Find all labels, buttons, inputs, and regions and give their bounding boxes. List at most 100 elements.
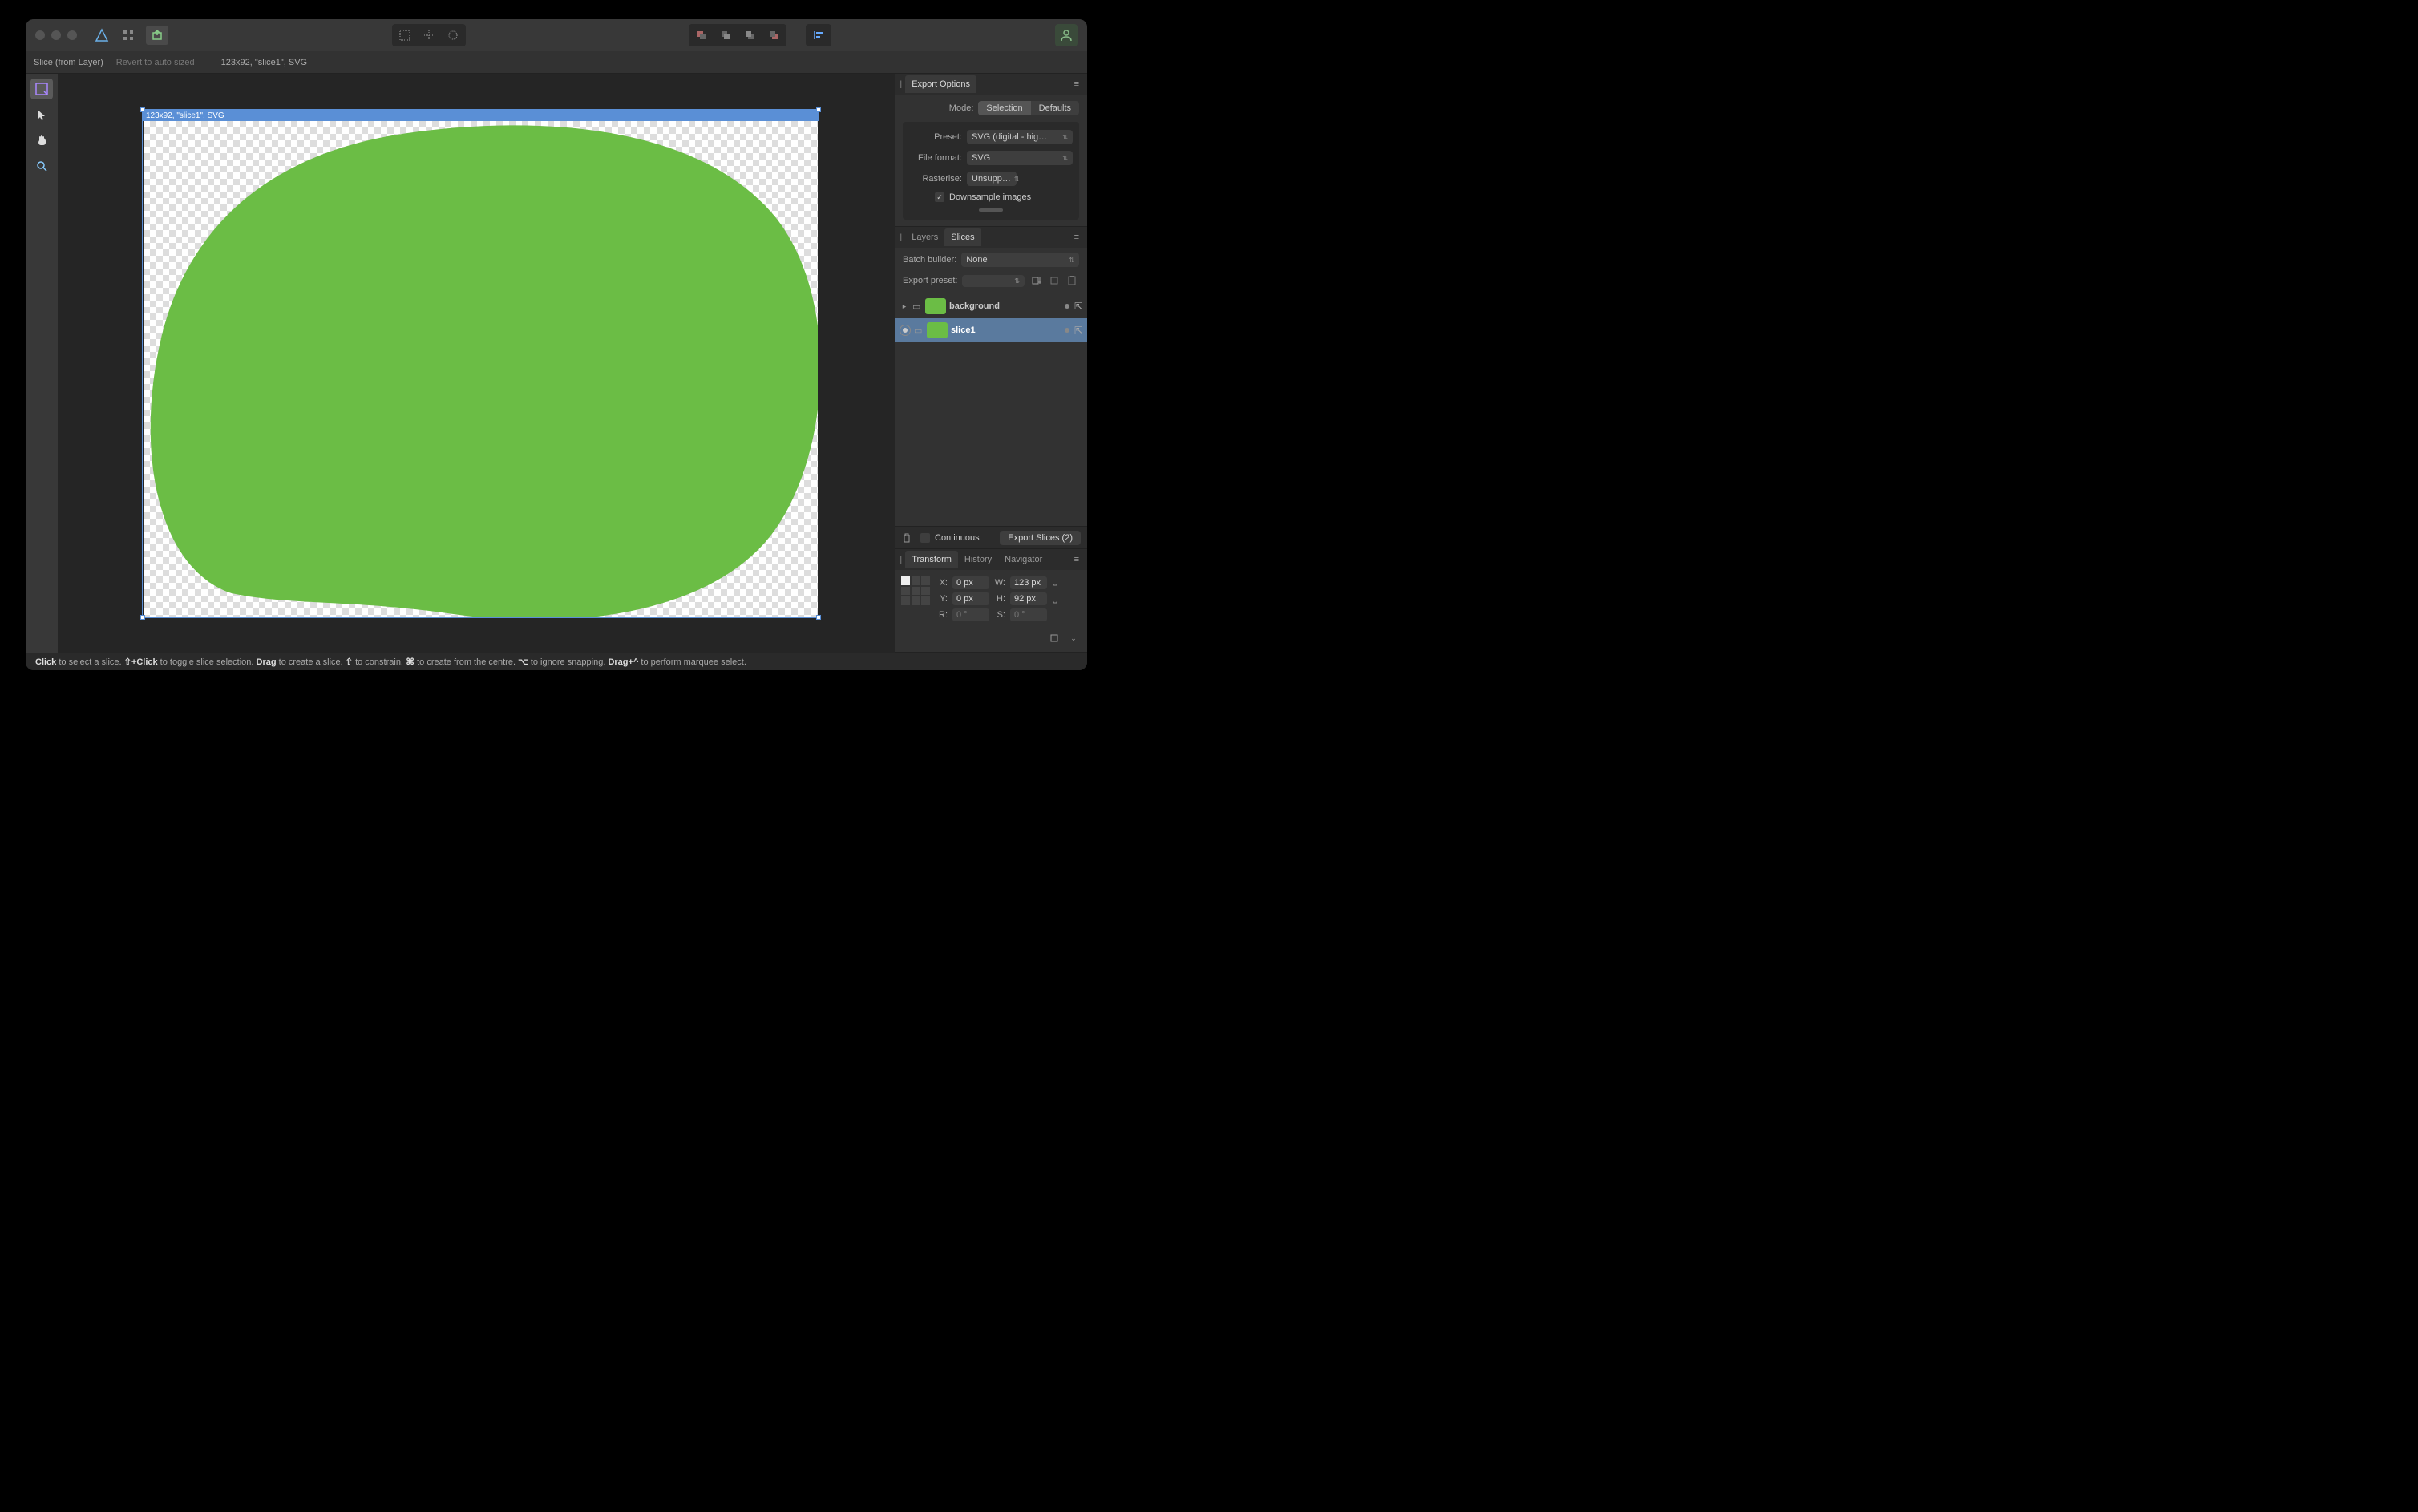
link-dimensions-icon[interactable]: ⎵	[1052, 594, 1058, 604]
hint-shift-click: ⇧+Click	[124, 657, 158, 667]
titlebar	[26, 19, 1087, 51]
align-icon[interactable]	[807, 26, 830, 45]
move-tool-icon[interactable]	[30, 104, 53, 125]
hint-click: Click	[35, 657, 56, 667]
downsample-checkbox[interactable]: ✓	[935, 192, 944, 202]
resize-grip[interactable]	[979, 208, 1003, 212]
tab-slices[interactable]: Slices	[944, 228, 981, 246]
x-input[interactable]: 0 px	[952, 576, 989, 589]
export-slices-button[interactable]: Export Slices (2)	[1000, 531, 1081, 545]
tab-navigator[interactable]: Navigator	[998, 551, 1049, 568]
h-input[interactable]: 92 px	[1010, 592, 1047, 605]
batch-builder-dropdown[interactable]: None⇅	[961, 253, 1079, 267]
zoom-tool-icon[interactable]	[30, 156, 53, 176]
export-preset-dropdown[interactable]: ⇅	[962, 275, 1025, 287]
delete-slice-icon[interactable]	[901, 532, 912, 544]
panel-menu-icon[interactable]: ≡	[1071, 555, 1082, 564]
canvas-area[interactable]: 123x92, "slice1", SVG	[58, 74, 895, 653]
resize-handle-br[interactable]	[816, 615, 821, 620]
batch-builder-label: Batch builder:	[903, 255, 956, 265]
slice-row-slice1[interactable]: ▭ slice1 ⇱	[895, 318, 1087, 342]
slice-name-label: background	[949, 301, 1061, 311]
move-to-back-icon[interactable]	[762, 26, 785, 45]
w-input[interactable]: 123 px	[1010, 576, 1047, 589]
snap-icon[interactable]	[418, 26, 440, 45]
status-dot-icon	[1065, 304, 1070, 309]
transform-menu-icon[interactable]: ⌄	[1066, 631, 1081, 645]
y-input[interactable]: 0 px	[952, 592, 989, 605]
tools-panel	[26, 74, 58, 653]
file-format-dropdown[interactable]: SVG⇅	[967, 151, 1073, 165]
artwork-shape	[144, 121, 818, 617]
panel-menu-icon[interactable]: ≡	[1071, 79, 1082, 89]
hint-drag-ctrl: Drag+^	[608, 657, 638, 667]
resize-handle-tr[interactable]	[816, 107, 821, 112]
move-backward-icon[interactable]	[738, 26, 761, 45]
paste-preset-icon[interactable]	[1065, 273, 1079, 288]
slice-label-bar: 123x92, "slice1", SVG	[143, 110, 819, 121]
s-label: S:	[994, 610, 1005, 620]
w-label: W:	[994, 578, 1005, 588]
show-grid-icon[interactable]	[394, 26, 416, 45]
window-maximize-button[interactable]	[67, 30, 77, 40]
slice-name-label: slice1	[951, 325, 1061, 335]
export-persona-icon[interactable]	[146, 26, 168, 45]
arrange-group	[689, 24, 786, 46]
auto-sized-toggle-icon[interactable]	[900, 325, 911, 336]
copy-preset-icon[interactable]	[1047, 273, 1061, 288]
export-preset-label: Export preset:	[903, 276, 957, 285]
mode-defaults-button[interactable]: Defaults	[1031, 101, 1079, 115]
align-pixel-icon[interactable]	[1047, 631, 1061, 645]
page-icon: ▭	[914, 325, 924, 336]
rasterise-dropdown[interactable]: Unsupp…⇅	[967, 172, 1017, 186]
link-dimensions-icon[interactable]: ⎵	[1052, 576, 1058, 589]
snap-bounds-icon[interactable]	[442, 26, 464, 45]
anchor-widget[interactable]	[901, 576, 930, 605]
quick-export-icon[interactable]: ⇱	[1074, 325, 1082, 336]
window-close-button[interactable]	[35, 30, 45, 40]
account-icon[interactable]	[1055, 24, 1078, 46]
window-minimize-button[interactable]	[51, 30, 61, 40]
hint-opt: ⌥	[518, 657, 528, 667]
slice-frame[interactable]: 123x92, "slice1", SVG	[142, 109, 819, 618]
quick-export-icon[interactable]: ⇱	[1074, 301, 1082, 312]
hand-tool-icon[interactable]	[30, 130, 53, 151]
r-label: R:	[936, 610, 948, 620]
preset-dropdown[interactable]: SVG (digital - hig…⇅	[967, 130, 1073, 144]
panel-menu-icon[interactable]: ≡	[1071, 232, 1082, 242]
slice-row-background[interactable]: ▸ ▭ background ⇱	[895, 294, 1087, 318]
h-label: H:	[994, 594, 1005, 604]
y-label: Y:	[936, 594, 948, 604]
tab-export-options[interactable]: Export Options	[905, 75, 976, 93]
revert-auto-sized-button[interactable]: Revert to auto sized	[116, 58, 195, 67]
downsample-label: Downsample images	[949, 192, 1031, 202]
disclosure-icon[interactable]: ▸	[900, 302, 909, 311]
preset-label: Preset:	[909, 132, 962, 142]
file-format-label: File format:	[909, 153, 962, 163]
tab-transform[interactable]: Transform	[905, 551, 958, 568]
persona-dropdown-icon[interactable]	[117, 26, 140, 45]
tab-history[interactable]: History	[958, 551, 998, 568]
mode-selection-button[interactable]: Selection	[978, 101, 1030, 115]
right-panel: || Export Options ≡ Mode: Selection Defa…	[895, 74, 1087, 653]
mode-label: Mode:	[949, 103, 974, 113]
resize-handle-tl[interactable]	[140, 107, 145, 112]
slice-thumbnail	[927, 322, 948, 338]
tab-layers[interactable]: Layers	[905, 228, 944, 246]
move-forward-icon[interactable]	[714, 26, 737, 45]
slice-label-text: 123x92, "slice1", SVG	[146, 111, 224, 120]
slice-thumbnail	[925, 298, 946, 314]
slice-tool-icon[interactable]	[30, 79, 53, 99]
context-bar: Slice (from Layer) Revert to auto sized …	[26, 51, 1087, 74]
add-preset-icon[interactable]	[1029, 273, 1044, 288]
status-bar: Click to select a slice. ⇧+Click to togg…	[26, 653, 1087, 670]
resize-handle-bl[interactable]	[140, 615, 145, 620]
x-label: X:	[936, 578, 948, 588]
tool-name-label: Slice (from Layer)	[34, 58, 103, 67]
continuous-checkbox[interactable]	[920, 533, 930, 543]
s-input[interactable]: 0 °	[1010, 608, 1047, 621]
rasterise-label: Rasterise:	[909, 174, 962, 184]
r-input[interactable]: 0 °	[952, 608, 989, 621]
move-to-front-icon[interactable]	[690, 26, 713, 45]
continuous-label: Continuous	[935, 533, 980, 543]
